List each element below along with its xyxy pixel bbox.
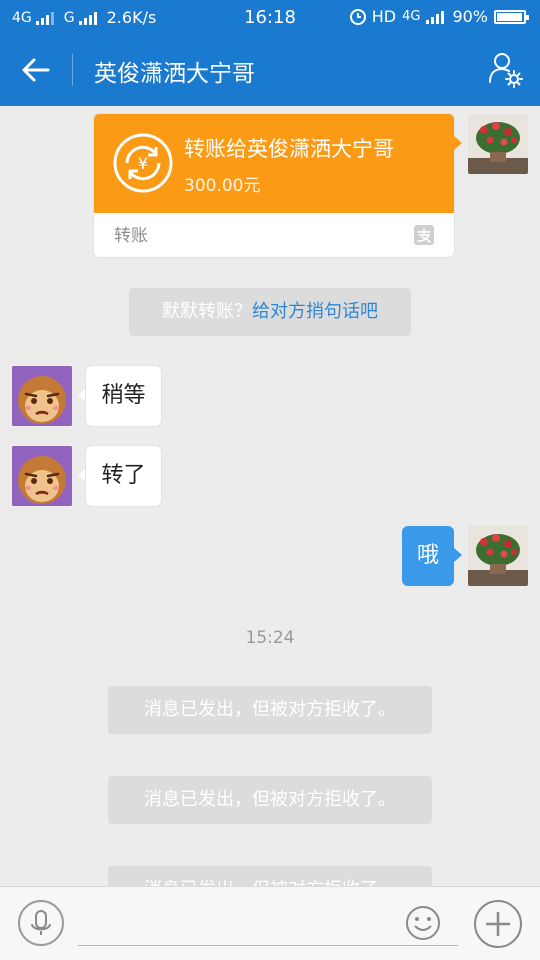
transfer-tip-text: 默默转账？ [162, 301, 252, 322]
svg-text:¥: ¥ [138, 154, 148, 173]
bubble-tail [454, 548, 462, 562]
transfer-card[interactable]: ¥ 转账给英俊潇洒大宁哥 300.00元 转账 [94, 114, 454, 257]
transfer-tip: 默默转账？给对方捎句话吧 [129, 288, 411, 336]
profile-settings-button[interactable] [484, 48, 528, 92]
signal-icon [426, 10, 445, 24]
rose-photo-icon [468, 526, 528, 586]
more-button[interactable] [474, 900, 522, 948]
message-list[interactable]: ¥ 转账给英俊潇洒大宁哥 300.00元 转账 默默转账？给对方捎句话吧 稍等 [0, 106, 540, 914]
emoji-button[interactable] [404, 904, 442, 942]
alarm-icon [349, 8, 366, 25]
monkey-avatar-icon [12, 366, 72, 426]
transfer-title: 转账给英俊潇洒大宁哥 [184, 137, 394, 161]
message-input[interactable] [78, 901, 458, 946]
voice-button[interactable] [18, 900, 64, 946]
transfer-card-tail [454, 136, 462, 150]
alipay-icon [414, 225, 434, 245]
battery-percent: 90% [452, 7, 488, 26]
my-avatar[interactable] [468, 526, 528, 586]
status-bar: 4G G 2.6K/s 16:18 HD 4G 90% [0, 0, 540, 34]
incoming-message[interactable]: 稍等 [86, 366, 161, 426]
message-timestamp: 15:24 [245, 628, 295, 648]
rejected-notice: 消息已发出，但被对方拒收了。 [108, 776, 432, 824]
contact-avatar[interactable] [12, 366, 72, 426]
status-right: HD 4G 90% [349, 7, 529, 26]
title-divider [72, 54, 73, 86]
outgoing-message[interactable]: 哦 [402, 526, 454, 586]
back-arrow-icon [22, 58, 50, 82]
transfer-amount: 300.00元 [184, 176, 261, 196]
contact-avatar[interactable] [12, 446, 72, 506]
monkey-avatar-icon [12, 446, 72, 506]
network-type-3: 4G [402, 9, 421, 24]
title-bar: 英俊潇洒大宁哥 [0, 34, 540, 106]
my-avatar[interactable] [468, 114, 528, 174]
battery-icon [494, 9, 529, 24]
bubble-tail [78, 388, 86, 402]
transfer-card-header: ¥ 转账给英俊潇洒大宁哥 300.00元 [94, 114, 454, 213]
input-bar [0, 886, 540, 960]
transfer-type-label: 转账 [114, 226, 148, 246]
bubble-tail [78, 468, 86, 482]
rejected-notice: 消息已发出，但被对方拒收了。 [108, 686, 432, 734]
plus-icon [486, 912, 510, 936]
emoji-icon [406, 906, 440, 940]
back-button[interactable] [12, 48, 60, 92]
rose-photo-icon [468, 114, 528, 174]
leave-message-link[interactable]: 给对方捎句话吧 [252, 301, 378, 322]
microphone-icon [31, 910, 51, 935]
hd-indicator: HD [371, 7, 397, 26]
transfer-yuan-icon: ¥ [113, 133, 173, 193]
chat-title: 英俊潇洒大宁哥 [94, 61, 255, 87]
profile-settings-icon [489, 53, 523, 88]
incoming-message[interactable]: 转了 [86, 446, 161, 506]
